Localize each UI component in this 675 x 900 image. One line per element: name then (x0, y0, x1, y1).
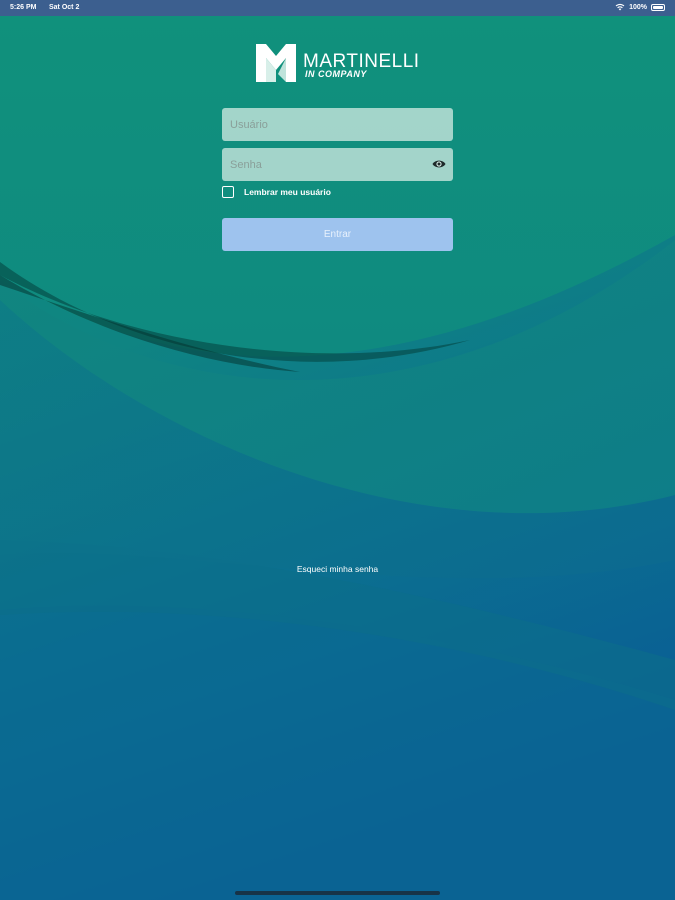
password-input[interactable] (222, 148, 453, 181)
remember-label: Lembrar meu usuário (244, 187, 331, 197)
brand-logo: MARTINELLI IN COMPANY (256, 44, 426, 84)
battery-icon (651, 3, 665, 11)
status-indicators: 100% (615, 3, 665, 11)
battery-percent: 100% (629, 3, 647, 11)
home-indicator[interactable] (235, 891, 440, 895)
wifi-icon (615, 3, 625, 11)
status-bar: 5:26 PM Sat Oct 2 100% (0, 0, 675, 16)
brand-subtitle: IN COMPANY (305, 69, 367, 79)
remember-user-option[interactable]: Lembrar meu usuário (222, 186, 331, 198)
martinelli-m-logo (256, 44, 296, 82)
status-time: 5:26 PM (10, 4, 37, 11)
status-date: Sat Oct 2 (49, 4, 80, 11)
forgot-password-link[interactable]: Esqueci minha senha (0, 564, 675, 574)
password-field[interactable] (222, 148, 453, 181)
remember-checkbox[interactable] (222, 186, 234, 198)
username-field[interactable] (222, 108, 453, 141)
username-input[interactable] (222, 108, 453, 141)
login-button[interactable]: Entrar (222, 218, 453, 251)
eye-icon[interactable] (432, 158, 446, 170)
